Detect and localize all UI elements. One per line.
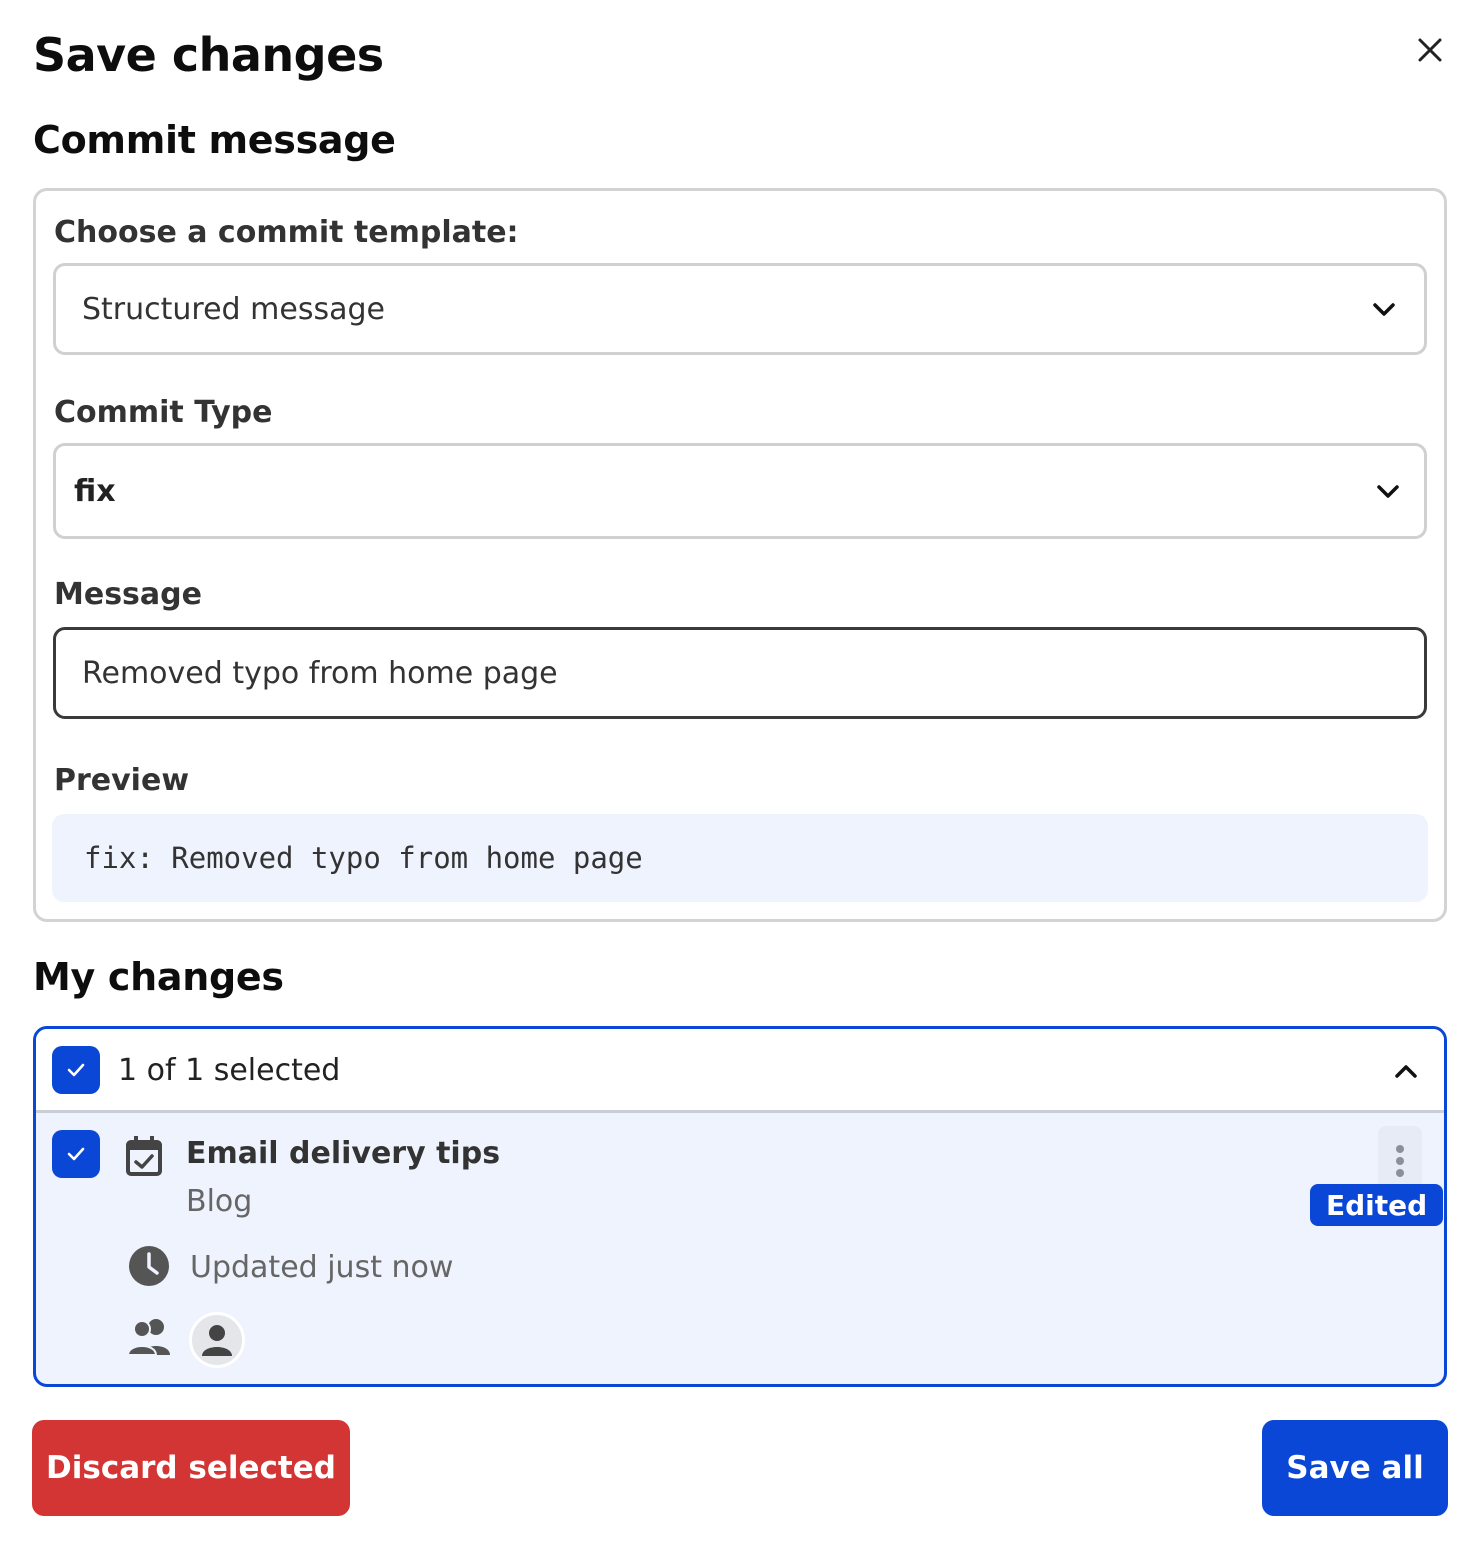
- dialog-title: Save changes: [33, 28, 384, 82]
- updated-text: Updated just now: [190, 1250, 454, 1285]
- commit-type-label: Commit Type: [54, 395, 273, 430]
- commit-preview: fix: Removed typo from home page: [52, 814, 1428, 902]
- changes-panel: 1 of 1 selected Email delivery tips Blog: [33, 1026, 1447, 1387]
- item-subtitle: Blog: [186, 1184, 253, 1219]
- template-label: Choose a commit template:: [54, 215, 519, 250]
- user-icon: [202, 1325, 232, 1356]
- chevron-down-icon: [1373, 303, 1395, 316]
- changes-header[interactable]: 1 of 1 selected: [36, 1029, 1444, 1113]
- message-input[interactable]: [53, 627, 1427, 719]
- preview-label: Preview: [54, 763, 190, 798]
- save-all-button[interactable]: Save all: [1262, 1420, 1448, 1516]
- commit-section-title: Commit message: [33, 118, 396, 162]
- calendar-check-icon: [126, 1136, 162, 1176]
- select-all-checkbox[interactable]: [52, 1046, 100, 1094]
- commit-type-value: fix: [74, 473, 116, 509]
- more-vertical-icon: [1396, 1145, 1404, 1177]
- close-icon: [1418, 38, 1442, 62]
- template-select[interactable]: Structured message: [53, 263, 1427, 355]
- item-checkbox[interactable]: [52, 1130, 100, 1178]
- preview-text: fix: Removed typo from home page: [84, 841, 643, 875]
- template-select-value: Structured message: [82, 291, 385, 327]
- check-icon: [67, 1147, 85, 1161]
- changes-section-title: My changes: [33, 955, 284, 999]
- people-icon: [126, 1319, 170, 1356]
- list-item: Email delivery tips Blog Edited Updated …: [36, 1116, 1444, 1384]
- message-label: Message: [54, 577, 202, 612]
- check-icon: [67, 1063, 85, 1077]
- selected-count: 1 of 1 selected: [118, 1053, 341, 1088]
- avatar[interactable]: [189, 1312, 245, 1368]
- commit-message-panel: Choose a commit template: Structured mes…: [33, 188, 1447, 922]
- clock-icon: [129, 1246, 169, 1286]
- discard-selected-button[interactable]: Discard selected: [32, 1420, 350, 1516]
- chevron-up-icon: [1395, 1065, 1417, 1078]
- chevron-down-icon: [1377, 485, 1399, 498]
- close-button[interactable]: [1408, 28, 1452, 72]
- collapse-button[interactable]: [1388, 1055, 1424, 1087]
- item-title[interactable]: Email delivery tips: [186, 1136, 500, 1171]
- status-badge: Edited: [1310, 1184, 1444, 1226]
- commit-type-select[interactable]: fix: [53, 443, 1427, 539]
